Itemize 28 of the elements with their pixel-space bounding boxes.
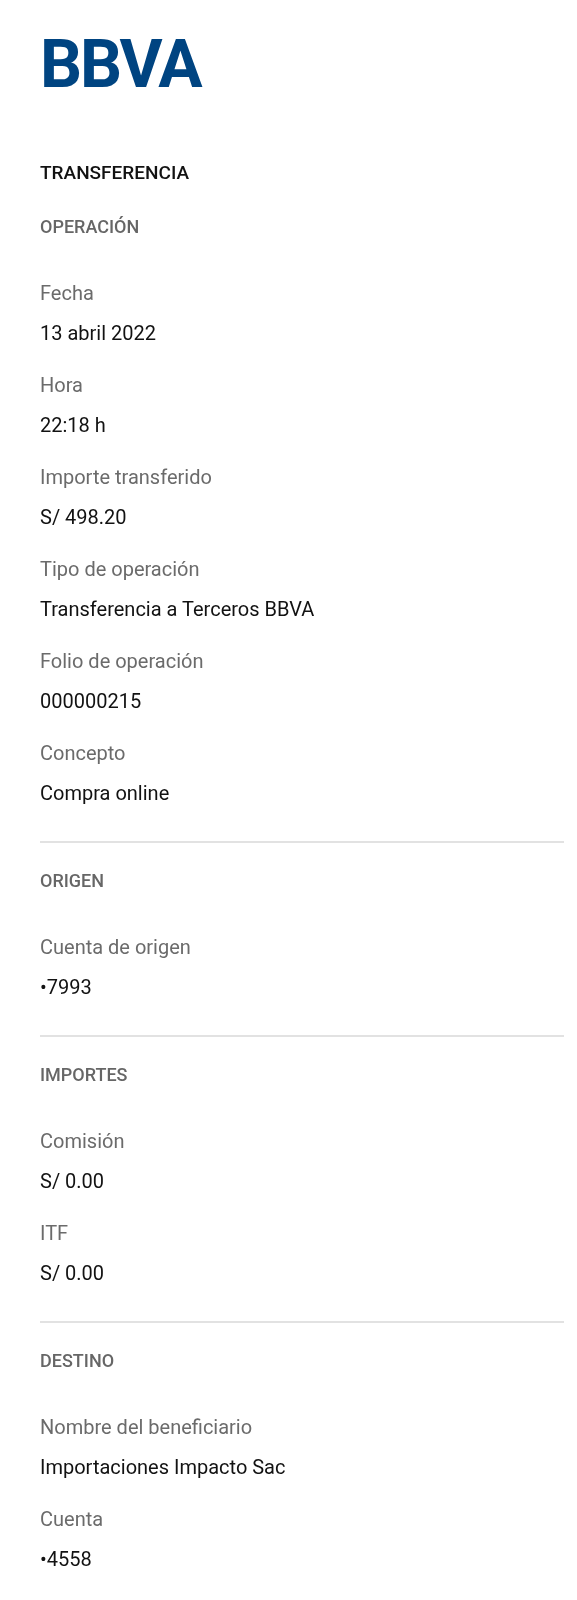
field-label: ITF <box>40 1220 70 1247</box>
field-value: •7993 <box>40 974 93 1001</box>
field-label: Tipo de operación <box>40 556 201 583</box>
section-heading: IMPORTES <box>40 1063 129 1087</box>
field-label: Comisión <box>40 1128 126 1155</box>
field-label: Concepto <box>40 740 127 767</box>
field-label: Cuenta de origen <box>40 934 192 961</box>
section-heading: ORIGEN <box>40 869 106 893</box>
field-label: Hora <box>40 372 84 399</box>
field-label: Importe transferido <box>40 464 213 491</box>
section-heading: OPERACIÓN <box>40 215 141 239</box>
field-label: Nombre del beneficiario <box>40 1414 254 1441</box>
bbva-logo: BBVA <box>40 36 201 94</box>
field-value: Transferencia a Terceros BBVA <box>40 596 316 623</box>
field-value: S/ 0.00 <box>40 1260 106 1287</box>
field-value: 22:18 h <box>40 412 107 439</box>
field-value: 000000215 <box>40 688 143 715</box>
field-value: Importaciones Impacto Sac <box>40 1454 287 1481</box>
field-value: •4558 <box>40 1546 93 1573</box>
field-value: 13 abril 2022 <box>40 320 157 347</box>
field-label: Folio de operación <box>40 648 205 675</box>
section-heading: DESTINO <box>40 1349 116 1373</box>
field-label: Cuenta <box>40 1506 105 1533</box>
field-label: Fecha <box>40 280 95 307</box>
field-value: Compra online <box>40 780 171 807</box>
field-value: S/ 0.00 <box>40 1168 106 1195</box>
field-value: S/ 498.20 <box>40 504 128 531</box>
page-title: TRANSFERENCIA <box>40 160 191 186</box>
